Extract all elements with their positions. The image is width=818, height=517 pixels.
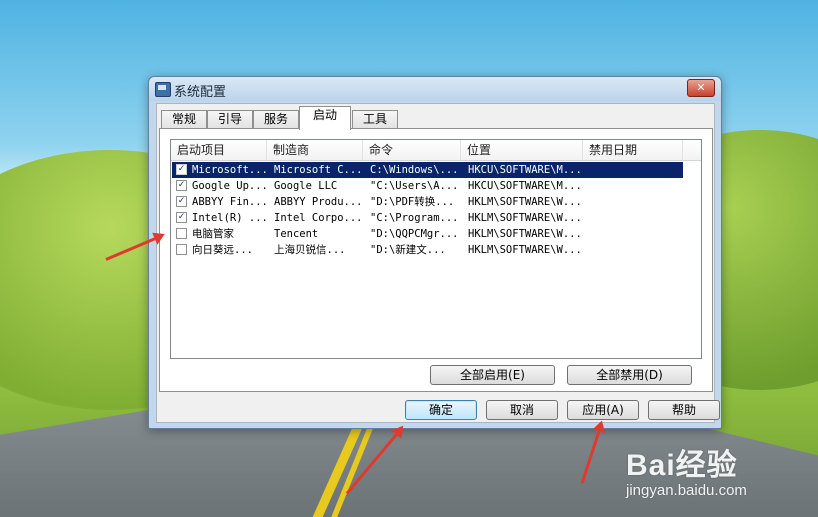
help-button[interactable]: 帮助 [648, 400, 720, 420]
unchecked-checkbox[interactable] [176, 244, 187, 255]
title-bar[interactable]: 系统配置 ✕ [149, 77, 721, 101]
cell-command: "D:\QQPCMgr... [370, 228, 459, 240]
cell-location: HKCU\SOFTWARE\M... [468, 180, 582, 192]
watermark-url: jingyan.baidu.com [626, 482, 747, 499]
cell-vendor: Intel Corpo... [274, 212, 362, 224]
cell-item: 向日葵远... [192, 244, 253, 256]
cell-disabled-date [590, 162, 680, 178]
cell-item: Intel(R) ... [192, 212, 266, 224]
cell-disabled-date [590, 210, 680, 226]
dialog-title: 系统配置 [174, 85, 227, 100]
dialog-body: 常规 引导 服务 启动 工具 启动项目 制造商 命令 位置 禁用日期 ✓ Micr… [156, 103, 720, 423]
cell-vendor: Tencent [274, 228, 319, 240]
cell-disabled-date [590, 194, 680, 210]
tab-general[interactable]: 常规 [161, 110, 207, 129]
checked-checkbox[interactable]: ✓ [176, 196, 187, 207]
column-header-command[interactable]: 命令 [363, 140, 461, 160]
apply-button[interactable]: 应用(A) [567, 400, 639, 420]
startup-row[interactable]: ✓ Google Up... Google LLC "C:\Users\A... HKC… [172, 178, 683, 194]
cell-location: HKLM\SOFTWARE\W... [468, 244, 582, 256]
cell-vendor: Microsoft C... [274, 164, 362, 176]
cell-disabled-date [590, 226, 680, 242]
column-header-item[interactable]: 启动项目 [171, 140, 267, 160]
cell-vendor: 上海贝锐信... [274, 244, 346, 256]
cell-vendor: ABBYY Produ... [274, 196, 362, 208]
tab-tools[interactable]: 工具 [352, 110, 398, 129]
cell-item: Google Up... [192, 180, 266, 192]
cell-command: "D:\PDF转换... [370, 196, 455, 208]
cell-command: "C:\Program... [370, 212, 459, 224]
startup-row[interactable]: ✓ ABBYY Fin... ABBYY Produ... "D:\PDF转换... H… [172, 194, 683, 210]
close-button[interactable]: ✕ [687, 79, 715, 97]
cell-location: HKLM\SOFTWARE\W... [468, 212, 582, 224]
baidu-jingyan-watermark: Bai经验 jingyan.baidu.com [626, 440, 747, 499]
cell-command: "C:\Users\A... [370, 180, 459, 192]
cell-item: Microsoft... [192, 164, 266, 176]
ok-button[interactable]: 确定 [405, 400, 477, 420]
app-icon [155, 82, 171, 97]
cell-location: HKLM\SOFTWARE\W... [468, 196, 582, 208]
cell-command: C:\Windows\... [370, 164, 459, 176]
tab-services[interactable]: 服务 [253, 110, 299, 129]
cancel-button[interactable]: 取消 [486, 400, 558, 420]
cell-item: 电脑管家 [192, 228, 234, 240]
column-header-vendor[interactable]: 制造商 [267, 140, 363, 160]
disable-all-button[interactable]: 全部禁用(D) [567, 365, 692, 385]
column-header-disabled-date[interactable]: 禁用日期 [583, 140, 683, 160]
startup-list[interactable]: 启动项目 制造商 命令 位置 禁用日期 ✓ Microsoft... Microso… [170, 139, 702, 359]
watermark-logo: Bai经验 [626, 449, 738, 482]
tab-boot[interactable]: 引导 [207, 110, 253, 129]
startup-row[interactable]: ✓ Intel(R) ... Intel Corpo... "C:\Program..… [172, 210, 683, 226]
tab-startup[interactable]: 启动 [299, 106, 351, 130]
cell-disabled-date [590, 242, 680, 258]
cell-location: HKLM\SOFTWARE\W... [468, 228, 582, 240]
startup-row[interactable]: 向日葵远... 上海贝锐信... "D:\新建文... HKLM\SOFTWARE\W… [172, 242, 683, 258]
startup-panel: 启动项目 制造商 命令 位置 禁用日期 ✓ Microsoft... Microso… [159, 128, 713, 392]
unchecked-checkbox[interactable] [176, 228, 187, 239]
cell-disabled-date [590, 178, 680, 194]
checked-checkbox[interactable]: ✓ [176, 164, 187, 175]
system-config-dialog: 系统配置 ✕ 常规 引导 服务 启动 工具 启动项目 制造商 命令 位置 禁用日… [148, 76, 722, 429]
startup-row[interactable]: ✓ Microsoft... Microsoft C... C:\Windows\..… [172, 162, 683, 178]
list-header: 启动项目 制造商 命令 位置 禁用日期 [171, 140, 701, 161]
checked-checkbox[interactable]: ✓ [176, 180, 187, 191]
cell-command: "D:\新建文... [370, 244, 446, 256]
cell-location: HKCU\SOFTWARE\M... [468, 164, 582, 176]
cell-vendor: Google LLC [274, 180, 338, 192]
checked-checkbox[interactable]: ✓ [176, 212, 187, 223]
enable-all-button[interactable]: 全部启用(E) [430, 365, 555, 385]
startup-row[interactable]: 电脑管家 Tencent "D:\QQPCMgr... HKLM\SOFTWARE\W… [172, 226, 683, 242]
column-header-location[interactable]: 位置 [461, 140, 583, 160]
cell-item: ABBYY Fin... [192, 196, 266, 208]
